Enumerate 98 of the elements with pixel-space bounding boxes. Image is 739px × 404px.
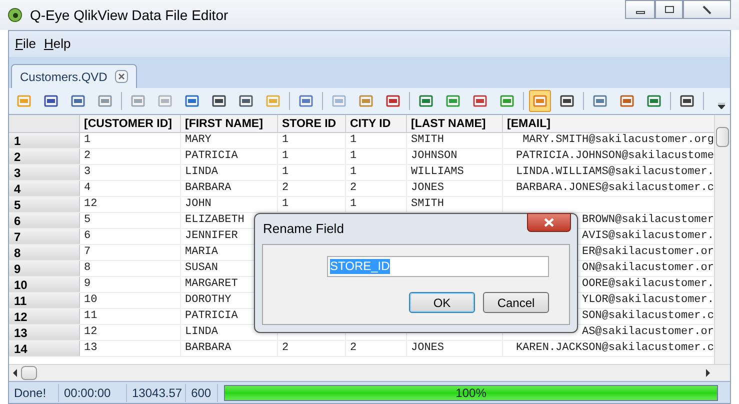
minimize-button[interactable]: [625, 0, 655, 19]
table-cell-text: JONES: [411, 181, 446, 196]
table-cell-text: 4: [84, 181, 92, 196]
status-text: 13043.57: [129, 384, 186, 402]
row-header[interactable]: 5: [9, 197, 80, 212]
table-cell: AVIS@sakilacustomer.: [582, 229, 714, 244]
table-cell-text: 6: [84, 229, 92, 244]
table-cell-text: BARBARA: [185, 341, 232, 356]
table-cell-text: JENNIFER: [185, 229, 239, 244]
row-header[interactable]: 12: [9, 309, 80, 324]
maximize-button[interactable]: [655, 0, 683, 19]
row-header[interactable]: 7: [9, 229, 80, 244]
row-header[interactable]: 11: [9, 293, 80, 308]
row-header[interactable]: 9: [9, 261, 80, 276]
table-cell-text: 12: [84, 325, 98, 340]
table-cell: KAREN.JACKSON@sakilacustomer.c: [516, 341, 714, 356]
table-cell-text: 2: [84, 149, 92, 164]
file-tab[interactable]: Customers.QVD: [11, 64, 138, 88]
table-cell-text: 1: [84, 133, 92, 148]
progress-label: 100%: [454, 386, 488, 400]
table-cell-text: 5: [84, 213, 92, 228]
table-cell-text: ELIZABETH: [185, 213, 246, 228]
table-cell: ER@sakilacustomer.or: [582, 245, 714, 260]
table-cell-text: PATRICIA: [185, 309, 239, 324]
close-icon[interactable]: [544, 218, 554, 227]
dialog-button[interactable]: OK: [409, 292, 475, 313]
table-cell-text: BARBARA: [185, 181, 232, 196]
table-cell-text: 2: [282, 341, 290, 356]
row-header[interactable]: 10: [9, 277, 80, 292]
table-cell-text: 1: [350, 149, 358, 164]
table-cell-text: JOHN: [185, 197, 212, 212]
horizontal-scrollbar[interactable]: [9, 364, 730, 381]
row-header[interactable]: 13: [9, 325, 80, 340]
table-cell-text: 13: [84, 341, 98, 356]
status-text: 600: [188, 384, 218, 402]
table-cell: LINDA.WILLIAMS@sakilacustomer.: [516, 165, 714, 180]
table-cell-text: 3: [84, 165, 92, 180]
table-cell-text: 1: [350, 133, 358, 148]
table-cell-text: 1: [350, 197, 358, 212]
table-cell: YLOR@sakilacustomer.: [582, 293, 714, 308]
table-cell: BROWN@sakilacustomer: [582, 213, 714, 228]
table-cell: SON@sakilacustomer.c: [582, 309, 714, 324]
close-tab-icon[interactable]: [115, 70, 128, 83]
row-header[interactable]: 4: [9, 181, 80, 196]
menu-item[interactable]: Help: [44, 34, 71, 54]
table-cell-text: 1: [282, 149, 290, 164]
table-cell-text: SMITH: [411, 133, 446, 148]
status-text: 00:00:00: [61, 384, 127, 402]
table-cell: PATRICIA.JOHNSON@sakilacustome: [516, 149, 714, 164]
menu-item[interactable]: File: [15, 34, 36, 54]
column-header[interactable]: CITY ID: [346, 115, 407, 132]
table-cell-text: 7: [84, 245, 92, 260]
table-cell-text: LINDA: [185, 325, 220, 340]
table-cell-text: 12: [84, 197, 98, 212]
row-header[interactable]: 14: [9, 341, 80, 356]
table-cell-text: 10: [84, 293, 98, 308]
table-cell-text: WILLIAMS: [411, 165, 465, 180]
row-header[interactable]: 1: [9, 133, 80, 148]
table-cell: AS@sakilacustomer.or: [582, 325, 714, 340]
table-cell-text: SMITH: [411, 197, 446, 212]
table-cell-text: MARGARET: [185, 277, 239, 292]
status-text: Done!: [11, 384, 59, 402]
table-cell-text: 2: [282, 181, 290, 196]
table-cell-text: 8: [84, 261, 92, 276]
table-cell-text: DOROTHY: [185, 293, 232, 308]
dialog-title: Rename Field: [263, 220, 344, 238]
table-cell-text: PATRICIA: [185, 149, 239, 164]
table-cell: MARY.SMITH@sakilacustomer.org: [522, 133, 714, 148]
table-cell-text: 1: [350, 165, 358, 180]
column-header[interactable]: STORE ID: [278, 115, 346, 132]
row-header[interactable]: 2: [9, 149, 80, 164]
table-cell-text: MARY: [185, 133, 212, 148]
table-cell-text: 1: [282, 165, 290, 180]
table-cell: BARBARA.JONES@sakilacustomer.c: [516, 181, 714, 196]
column-header[interactable]: [FIRST NAME]: [181, 115, 278, 132]
table-cell: ON@sakilacustomer.or: [582, 261, 714, 276]
table-cell-text: 11: [84, 309, 98, 324]
close-button[interactable]: [527, 213, 571, 232]
table-cell-text: JONES: [411, 341, 446, 356]
row-header[interactable]: 6: [9, 213, 80, 228]
column-header[interactable]: [LAST NAME]: [407, 115, 503, 132]
row-header[interactable]: 8: [9, 245, 80, 260]
table-cell-text: 1: [282, 197, 290, 212]
table-cell: OORE@sakilacustomer.: [582, 277, 714, 292]
window-title: Q-Eye QlikView Data File Editor: [30, 6, 228, 25]
table-cell-text: LINDA: [185, 165, 220, 180]
table-cell-text: 9: [84, 277, 92, 292]
table-cell-text: 2: [350, 341, 358, 356]
app-logo-icon: [8, 8, 22, 22]
table-cell-text: 1: [282, 133, 290, 148]
vertical-scrollbar[interactable]: [714, 115, 730, 364]
table-cell-text: 2: [350, 181, 358, 196]
table-cell-text: JOHNSON: [411, 149, 458, 164]
row-header[interactable]: 3: [9, 165, 80, 180]
column-header[interactable]: [CUSTOMER ID]: [80, 115, 181, 132]
dialog-button[interactable]: Cancel: [483, 292, 549, 313]
table-cell-text: SUSAN: [185, 261, 220, 276]
table-cell-text: MARIA: [185, 245, 220, 260]
